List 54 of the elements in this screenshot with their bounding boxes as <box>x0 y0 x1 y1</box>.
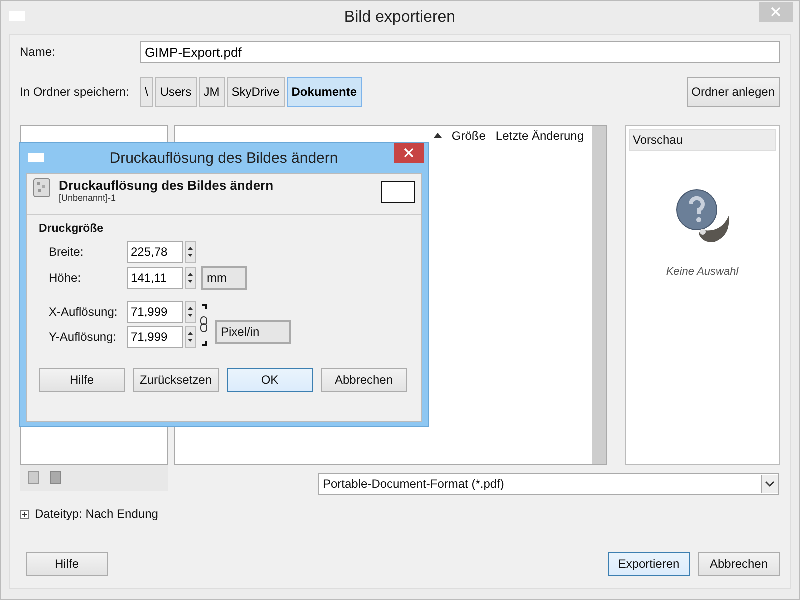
name-field[interactable]: GIMP-Export.pdf <box>140 41 780 63</box>
scrollbar[interactable] <box>592 126 606 464</box>
field-label: Höhe: <box>49 271 82 285</box>
preview-title: Vorschau <box>629 129 776 151</box>
dialog-button[interactable]: OK <box>227 368 313 392</box>
path-button[interactable]: \ <box>140 77 154 107</box>
image-icon <box>33 178 51 198</box>
number-field[interactable]: 225,78 <box>127 241 183 263</box>
unit-select[interactable]: Pixel/in <box>215 320 291 344</box>
dialog-button[interactable]: Hilfe <box>26 552 108 576</box>
chain-link-icon[interactable] <box>199 302 209 346</box>
window-icon <box>28 153 44 162</box>
dialog-title: Druckauflösung des Bildes ändern <box>110 150 338 166</box>
spin-buttons[interactable] <box>185 301 196 323</box>
path-button[interactable]: Dokumente <box>286 77 362 107</box>
filetype-select[interactable]: Portable-Document-Format (*.pdf) <box>318 473 779 495</box>
close-button[interactable] <box>394 143 424 163</box>
column-header[interactable]: Letzte Änderung <box>496 129 584 143</box>
field-label: X-Auflösung: <box>49 305 119 319</box>
spin-buttons[interactable] <box>185 267 196 289</box>
dialog-button[interactable]: Hilfe <box>39 368 125 392</box>
dialog-button[interactable]: Exportieren <box>608 552 690 576</box>
field-label: Breite: <box>49 245 85 259</box>
path-button[interactable]: Users <box>155 77 197 107</box>
folder-label: In Ordner speichern: <box>20 85 130 99</box>
unit-select[interactable]: mm <box>201 266 247 290</box>
sort-arrow-icon <box>434 133 442 139</box>
field-label: Y-Auflösung: <box>49 330 118 344</box>
expand-icon[interactable] <box>20 510 29 518</box>
number-field[interactable]: 141,11 <box>127 267 183 289</box>
dialog-button[interactable]: Abbrechen <box>698 552 780 576</box>
dialog-subheading: [Unbenannt]-1 <box>59 193 118 203</box>
path-button[interactable]: JM <box>198 77 225 107</box>
dialog-button[interactable]: Zurücksetzen <box>133 368 219 392</box>
document-icon <box>28 471 40 485</box>
window-title: Bild exportieren <box>344 8 456 26</box>
create-folder-button[interactable]: Ordner anlegen <box>686 77 780 107</box>
dialog-heading: Druckauflösung des Bildes ändern <box>59 178 275 193</box>
close-icon <box>404 148 414 158</box>
number-field[interactable]: 71,999 <box>127 326 183 348</box>
filetype-expander-label[interactable]: Dateityp: Nach Endung <box>35 507 158 521</box>
preview-caption: Keine Auswahl <box>666 266 739 278</box>
number-field[interactable]: 71,999 <box>127 301 183 323</box>
document-icon <box>50 471 62 485</box>
section-title: Druckgröße <box>39 223 105 235</box>
name-label: Name: <box>20 45 56 59</box>
column-header[interactable]: Größe <box>452 129 486 143</box>
spin-buttons[interactable] <box>185 241 196 263</box>
chevron-down-icon <box>765 481 775 487</box>
dialog-button[interactable]: Abbrechen <box>321 368 407 392</box>
spin-buttons[interactable] <box>185 326 196 348</box>
image-thumbnail <box>381 181 415 203</box>
path-button[interactable]: SkyDrive <box>226 77 285 107</box>
close-icon <box>771 7 781 17</box>
